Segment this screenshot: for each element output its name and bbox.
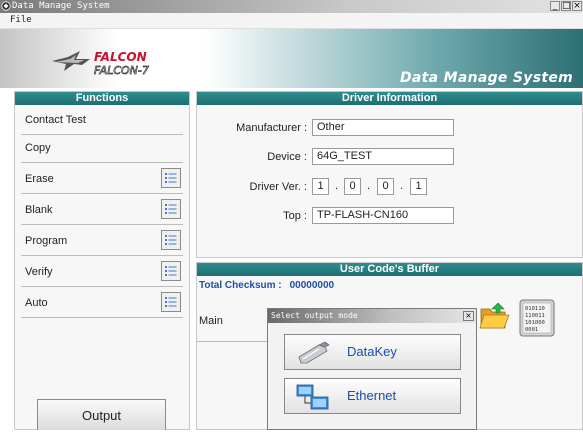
binary-line: 0001	[525, 327, 538, 333]
list-icon	[165, 235, 177, 245]
manufacturer-label: Manufacturer :	[236, 122, 307, 134]
datakey-label: DataKey	[347, 344, 397, 359]
open-folder-icon[interactable]	[478, 301, 510, 333]
driver-information-header: Driver Information	[197, 92, 582, 105]
function-label: Auto	[25, 297, 48, 309]
function-label: Program	[25, 235, 68, 247]
main-buffer-divider	[197, 341, 267, 342]
function-program[interactable]: Program	[21, 229, 183, 256]
function-blank[interactable]: Blank	[21, 198, 183, 225]
program-options-button[interactable]	[161, 230, 181, 250]
main-buffer-label: Main	[199, 315, 223, 327]
top-label: Top :	[283, 210, 307, 222]
device-row: Device : 64G_TEST	[197, 148, 583, 166]
function-label: Verify	[25, 266, 53, 278]
binary-line: 010110	[525, 306, 545, 312]
function-erase[interactable]: Erase	[21, 167, 183, 194]
manufacturer-row: Manufacturer : Other	[197, 119, 583, 137]
list-icon	[165, 297, 177, 307]
binary-line: 101000	[525, 320, 545, 326]
checksum-value: 00000000	[289, 280, 335, 291]
function-copy[interactable]: Copy	[21, 136, 183, 163]
driver-version-row: Driver Ver. : 1 . 0 . 0 . 1	[197, 178, 583, 196]
verify-options-button[interactable]	[161, 261, 181, 281]
binary-file-shape: 010110 110011 101000 0001	[519, 299, 555, 337]
window-controls: _ □ ×	[550, 1, 582, 11]
version-major-field[interactable]: 1	[312, 178, 329, 195]
auto-options-button[interactable]	[161, 292, 181, 312]
function-label: Blank	[25, 204, 53, 216]
version-separator: .	[335, 180, 339, 192]
blank-options-button[interactable]	[161, 199, 181, 219]
version-separator: .	[400, 180, 404, 192]
top-field[interactable]: TP-FLASH-CN160	[312, 207, 454, 224]
function-auto[interactable]: Auto	[21, 291, 183, 318]
dialog-title: Select output mode	[271, 311, 358, 320]
falcon-logo: FALCON FALCON-7	[52, 50, 149, 77]
binary-line: 110011	[525, 313, 545, 319]
window-title: Data Manage System	[12, 1, 110, 11]
usb-key-icon	[298, 341, 330, 364]
window-titlebar: Data Manage System _ □ ×	[0, 0, 583, 13]
banner-title: Data Manage System	[400, 70, 573, 86]
function-label: Erase	[25, 173, 54, 185]
total-checksum: Total Checksum : 00000000	[199, 280, 334, 291]
checksum-label: Total Checksum :	[199, 280, 282, 291]
output-button[interactable]: Output	[37, 399, 166, 430]
list-icon	[165, 204, 177, 214]
logo-text-top: FALCON	[94, 50, 147, 64]
function-verify[interactable]: Verify	[21, 260, 183, 287]
list-icon	[165, 266, 177, 276]
version-separator: .	[367, 180, 371, 192]
minimize-button[interactable]: _	[550, 1, 560, 11]
erase-options-button[interactable]	[161, 168, 181, 188]
menu-bar: File	[0, 13, 583, 29]
menu-file[interactable]: File	[10, 15, 32, 25]
dialog-titlebar: Select output mode ×	[268, 309, 476, 323]
functions-panel: Functions Contact Test Copy Erase Blank …	[14, 91, 190, 430]
network-computers-icon	[296, 384, 329, 410]
datakey-button[interactable]: DataKey	[284, 334, 461, 370]
version-build-field[interactable]: 1	[410, 178, 427, 195]
manufacturer-field[interactable]: Other	[312, 119, 454, 136]
maximize-button[interactable]: □	[561, 1, 571, 11]
function-label: Contact Test	[25, 114, 86, 126]
list-icon	[165, 173, 177, 183]
driver-version-label: Driver Ver. :	[249, 181, 307, 193]
functions-header: Functions	[15, 92, 189, 105]
driver-information-panel: Driver Information Manufacturer : Other …	[196, 91, 583, 258]
close-button[interactable]: ×	[572, 1, 582, 11]
banner: FALCON FALCON-7 Data Manage System	[0, 29, 583, 88]
function-label: Copy	[25, 142, 51, 154]
ethernet-label: Ethernet	[347, 388, 397, 403]
device-field[interactable]: 64G_TEST	[312, 148, 454, 165]
ethernet-button[interactable]: Ethernet	[284, 378, 461, 414]
top-row: Top : TP-FLASH-CN160	[197, 207, 583, 225]
version-patch-field[interactable]: 0	[377, 178, 394, 195]
function-contact-test[interactable]: Contact Test	[21, 108, 183, 135]
binary-file-icon[interactable]: 010110 110011 101000 0001	[519, 299, 555, 337]
device-label: Device :	[267, 151, 307, 163]
select-output-mode-dialog: Select output mode × DataKey Ethernet	[267, 308, 477, 430]
app-icon	[1, 1, 11, 11]
dialog-close-button[interactable]: ×	[463, 311, 474, 321]
logo-text-bottom: FALCON-7	[94, 64, 149, 77]
version-minor-field[interactable]: 0	[344, 178, 361, 195]
user-code-buffer-header: User Code's Buffer	[197, 263, 582, 276]
